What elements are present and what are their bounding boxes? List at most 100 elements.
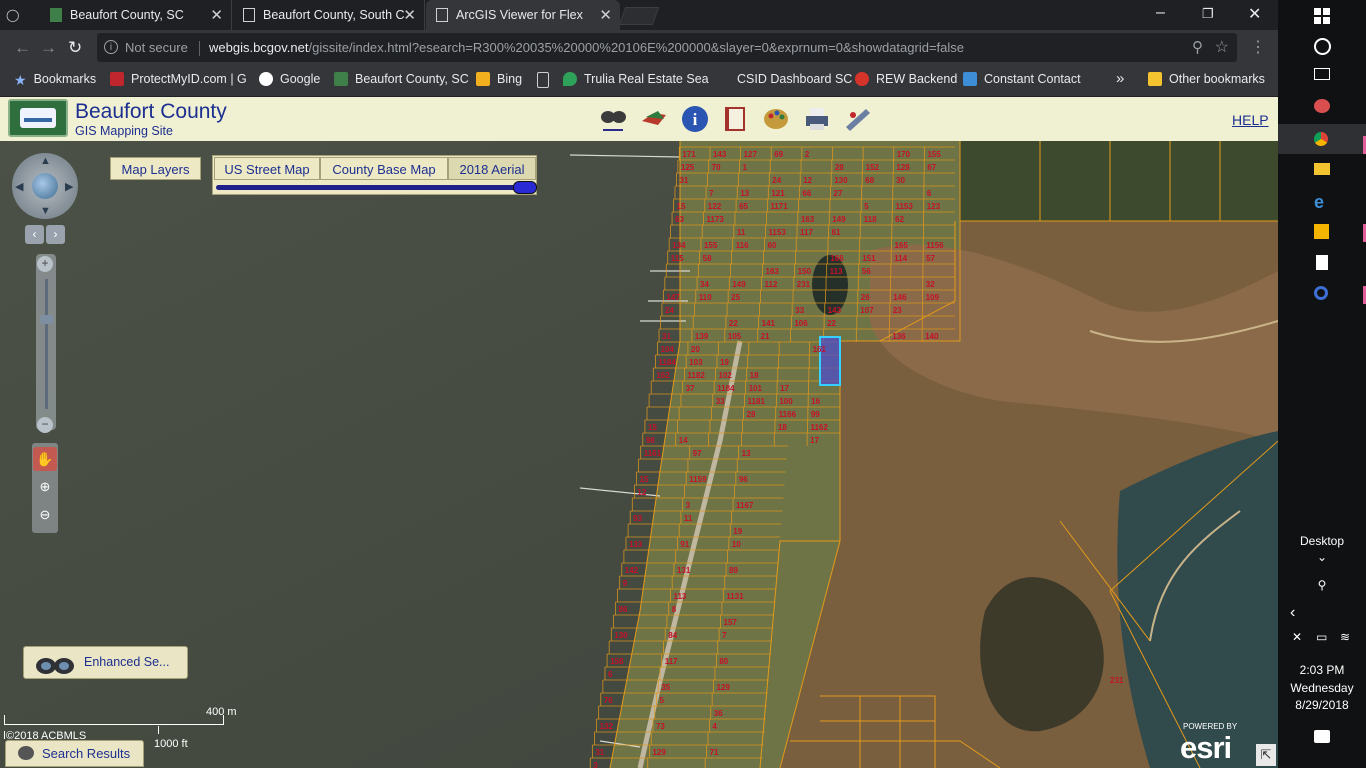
clock-time[interactable]: 2:03 PM bbox=[1278, 663, 1366, 677]
parcel-label: 1184 bbox=[717, 384, 735, 393]
parcel-label: 142 bbox=[625, 566, 639, 575]
help-link[interactable]: HELP bbox=[1232, 112, 1269, 128]
palette-tool-icon[interactable] bbox=[762, 105, 790, 133]
tab-beaufort-south[interactable]: Beaufort County, South C ✕ bbox=[233, 0, 425, 30]
chevron-down-icon[interactable]: ⌄ bbox=[1278, 550, 1366, 564]
close-icon[interactable]: ✕ bbox=[403, 6, 416, 24]
clock-day[interactable]: Wednesday bbox=[1278, 681, 1366, 695]
bookmark-item[interactable]: Beaufort County, SC bbox=[334, 72, 469, 86]
map-layers-button[interactable]: Map Layers bbox=[110, 157, 201, 180]
parcel-label: 1161 bbox=[644, 449, 662, 458]
notifications-icon[interactable] bbox=[1314, 730, 1330, 743]
zoom-in-icon[interactable]: + bbox=[37, 256, 53, 272]
clock-date[interactable]: 8/29/2018 bbox=[1278, 698, 1366, 712]
url-text[interactable]: webgis.bcgov.net/gissite/index.html?esea… bbox=[209, 40, 964, 55]
parcel-label: 105 bbox=[728, 332, 742, 341]
county-base-map-button[interactable]: County Base Map bbox=[320, 157, 448, 180]
bookmark-tool-icon[interactable] bbox=[721, 105, 749, 133]
us-street-map-button[interactable]: US Street Map bbox=[214, 157, 320, 180]
parcel-label: 163 bbox=[766, 267, 780, 276]
zoom-icon[interactable]: ⚲ bbox=[1192, 38, 1203, 56]
enhanced-search-button[interactable]: Enhanced Se... bbox=[23, 646, 188, 679]
bookmark-item[interactable]: REW Backend bbox=[855, 72, 957, 86]
binoculars-tool-icon[interactable] bbox=[599, 105, 627, 133]
bookmark-item[interactable]: Trulia Real Estate Sea bbox=[563, 72, 709, 86]
pan-hand-icon[interactable]: ✋ bbox=[33, 447, 57, 471]
outlook-icon[interactable] bbox=[1314, 224, 1329, 239]
aerial-2018-button[interactable]: 2018 Aerial bbox=[448, 157, 536, 180]
more-bookmarks-button[interactable]: » bbox=[1116, 70, 1124, 87]
bookmark-item[interactable]: Google bbox=[259, 72, 320, 86]
window-close-icon[interactable]: ✕ bbox=[1248, 4, 1261, 24]
back-arrow-icon[interactable]: ← bbox=[14, 38, 31, 58]
edge-icon[interactable]: e bbox=[1314, 192, 1324, 213]
search-results-tab[interactable]: Search Results bbox=[5, 740, 144, 767]
bookmark-item[interactable]: ProtectMyID.com | G bbox=[110, 72, 247, 86]
other-bookmarks[interactable]: Other bookmarks bbox=[1148, 72, 1265, 86]
resize-arrow-icon[interactable]: ⇱ bbox=[1256, 744, 1276, 766]
document-icon[interactable] bbox=[1316, 255, 1328, 270]
bookmark-item[interactable]: Constant Contact bbox=[963, 72, 1081, 86]
parcel-label: 2 bbox=[805, 150, 810, 159]
star-icon[interactable]: ☆ bbox=[1215, 37, 1229, 57]
pan-up-icon[interactable]: ▲ bbox=[40, 155, 51, 167]
zoom-out-tool-icon[interactable]: ⊖ bbox=[35, 505, 55, 525]
parcel-label: 7 bbox=[709, 189, 714, 198]
print-tool-icon[interactable] bbox=[803, 105, 831, 133]
address-bar[interactable]: i Not secure webgis.bcgov.net/gissite/in… bbox=[97, 33, 1237, 62]
chrome-app-icon[interactable] bbox=[1278, 124, 1366, 154]
map-view[interactable]: 171 170 28 24 7 6 5 163 11 134 165 166 163 34 32 26 33 22… bbox=[0, 141, 1278, 768]
pan-right-icon[interactable]: ▶ bbox=[65, 180, 73, 193]
identify-tool-icon[interactable] bbox=[640, 105, 668, 133]
parcel-label: 33 bbox=[795, 306, 804, 315]
info-tool-icon[interactable]: i bbox=[681, 105, 709, 133]
task-view-icon[interactable] bbox=[1314, 68, 1330, 80]
file-explorer-icon[interactable] bbox=[1314, 163, 1330, 175]
maximize-icon[interactable]: ❐ bbox=[1202, 6, 1214, 22]
parcel-label: 97 bbox=[693, 449, 702, 458]
app-subtitle: GIS Mapping Site bbox=[75, 124, 173, 138]
tab-search-icon[interactable]: ◯ bbox=[6, 8, 19, 22]
pan-down-icon[interactable]: ▼ bbox=[40, 205, 51, 217]
parcel-label: 31 bbox=[662, 332, 671, 341]
people-icon[interactable]: ⚲ bbox=[1278, 578, 1366, 592]
close-icon[interactable]: ✕ bbox=[599, 6, 612, 24]
new-tab-button[interactable] bbox=[618, 7, 660, 25]
parcel-label: 15 bbox=[677, 202, 686, 211]
network-status-icon[interactable]: ✕ bbox=[1292, 630, 1302, 644]
bookmark-item[interactable]: CSID Dashboard SC bbox=[737, 72, 852, 86]
measure-tool-icon[interactable] bbox=[844, 105, 872, 133]
parcel-label: 12 bbox=[803, 176, 812, 185]
tab-beaufort-county[interactable]: Beaufort County, SC ✕ bbox=[40, 0, 232, 30]
bookmark-item[interactable]: Bing bbox=[476, 72, 522, 86]
chevron-left-icon[interactable]: ‹ bbox=[1290, 604, 1295, 622]
basemap-transparency-slider[interactable] bbox=[216, 185, 532, 190]
wifi-icon[interactable]: ≋ bbox=[1340, 630, 1350, 644]
zoom-track[interactable] bbox=[45, 279, 48, 409]
minimize-icon[interactable]: – bbox=[1156, 4, 1165, 22]
zoom-thumb[interactable] bbox=[40, 315, 53, 324]
full-extent-globe-icon[interactable] bbox=[32, 173, 58, 199]
app-icon[interactable] bbox=[1314, 286, 1328, 300]
paint-app-icon[interactable] bbox=[1314, 99, 1330, 113]
desktop-label[interactable]: Desktop bbox=[1278, 534, 1366, 548]
windows-start-icon[interactable] bbox=[1314, 8, 1330, 24]
binoculars-icon bbox=[36, 658, 74, 674]
previous-extent-icon[interactable]: ‹ bbox=[25, 225, 44, 244]
battery-icon[interactable]: ▭ bbox=[1316, 630, 1327, 644]
reload-icon[interactable]: ↻ bbox=[68, 38, 82, 58]
parcel-label: 28 bbox=[835, 163, 844, 172]
slider-thumb[interactable] bbox=[513, 181, 537, 194]
close-icon[interactable]: ✕ bbox=[210, 6, 223, 24]
cortana-icon[interactable] bbox=[1314, 38, 1331, 55]
menu-icon[interactable]: ⋮ bbox=[1250, 37, 1266, 57]
forward-arrow-icon[interactable]: → bbox=[40, 38, 57, 58]
bookmark-item[interactable]: ★ Bookmarks bbox=[14, 72, 96, 88]
info-icon[interactable]: i bbox=[104, 40, 118, 54]
next-extent-icon[interactable]: › bbox=[46, 225, 65, 244]
tab-arcgis-viewer[interactable]: ArcGIS Viewer for Flex ✕ bbox=[426, 0, 620, 30]
zoom-out-icon[interactable]: − bbox=[37, 417, 53, 433]
bookmark-item[interactable] bbox=[537, 72, 556, 88]
pan-left-icon[interactable]: ◀ bbox=[15, 180, 23, 193]
zoom-in-tool-icon[interactable]: ⊕ bbox=[35, 477, 55, 497]
